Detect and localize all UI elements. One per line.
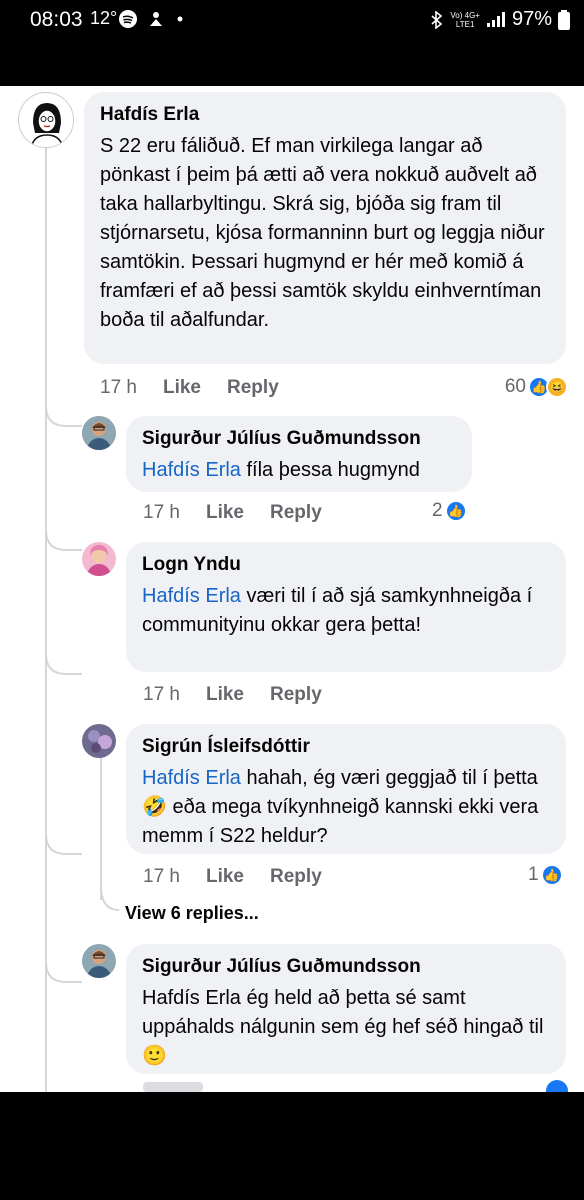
avatar[interactable] — [82, 944, 116, 978]
reply-button[interactable]: Reply — [270, 502, 322, 524]
mention-link[interactable]: Hafdís Erla — [142, 767, 241, 789]
comment-feed[interactable]: Hafdís Erla S 22 eru fáliðuð. Ef man vir… — [0, 86, 584, 1092]
comment-text: hahah, ég væri geggjað til í þetta — [240, 767, 538, 789]
like-button[interactable]: Like — [163, 377, 201, 399]
network-indicator: Vo) 4G+ LTE1 — [450, 11, 480, 29]
spotify-icon — [119, 10, 137, 28]
like-button[interactable]: Like — [206, 502, 244, 524]
network-top: Vo) 4G+ — [450, 10, 480, 20]
comment-time[interactable]: 17 h — [100, 377, 137, 399]
comment-time[interactable]: 17 h — [143, 866, 180, 888]
reaction-summary[interactable]: 60 👍 😆 — [505, 376, 568, 398]
like-reaction-icon: 👍 — [444, 500, 467, 522]
cut-off-actions — [143, 1082, 203, 1092]
reply-button[interactable]: Reply — [270, 684, 322, 706]
signal-icon — [486, 11, 505, 27]
avatar[interactable] — [18, 92, 74, 148]
thread-connector — [101, 886, 120, 911]
comment-text: fíla þessa hugmynd — [240, 459, 420, 481]
clock: 08:03 — [30, 8, 83, 31]
comment-bubble: Sigrún Ísleifsdóttir Hafdís Erla hahah, … — [126, 724, 566, 854]
mention-link[interactable]: Hafdís Erla — [142, 585, 241, 607]
avatar[interactable] — [82, 724, 116, 758]
comment-bubble: Sigurður Júlíus Guðmundsson Hafdís Erla … — [126, 944, 566, 1074]
dot-icon — [177, 16, 183, 22]
cut-off-like-icon — [546, 1080, 568, 1092]
comment-bubble: Hafdís Erla S 22 eru fáliðuð. Ef man vir… — [84, 92, 566, 364]
smile-emoji-icon: 🙂 — [142, 1045, 167, 1067]
comment-actions: 17 h Like Reply — [143, 502, 322, 524]
comment-actions: 17 h Like Reply — [100, 377, 279, 399]
like-button[interactable]: Like — [206, 866, 244, 888]
comment-author[interactable]: Sigurður Júlíus Guðmundsson — [142, 428, 456, 450]
reaction-summary[interactable]: 1 👍 — [528, 864, 563, 886]
comment-actions: 17 h Like Reply — [143, 866, 322, 888]
comment-author[interactable]: Logn Yndu — [142, 554, 550, 576]
navigation-bar-area — [0, 1092, 584, 1200]
network-bottom: LTE1 — [455, 19, 475, 29]
reaction-summary[interactable]: 2 👍 — [432, 500, 467, 522]
reply-thread-line — [100, 750, 102, 900]
notification-icon — [150, 12, 162, 26]
thread-connector — [46, 834, 82, 855]
status-bar: 08:03 12° Vo) 4G+ LTE1 97% — [0, 0, 584, 86]
laughing-emoji-icon: 🤣 — [142, 796, 167, 818]
like-button[interactable]: Like — [206, 684, 244, 706]
comment-bubble: Logn Yndu Hafdís Erla væri til í að sjá … — [126, 542, 566, 672]
comment-text: Hafdís Erla ég held að þetta sé samt upp… — [142, 987, 544, 1038]
like-reaction-icon: 👍 — [540, 864, 563, 886]
comment-author[interactable]: Sigrún Ísleifsdóttir — [142, 736, 550, 758]
reaction-count: 1 — [528, 864, 539, 885]
thread-connector — [46, 962, 82, 983]
reply-button[interactable]: Reply — [227, 377, 279, 399]
reaction-count: 60 — [504, 376, 526, 397]
comment-author[interactable]: Sigurður Júlíus Guðmundsson — [142, 956, 550, 978]
temperature: 12° — [90, 8, 118, 28]
reaction-count: 2 — [432, 500, 443, 521]
comment-time[interactable]: 17 h — [143, 684, 180, 706]
thread-line — [45, 148, 47, 1092]
view-replies-link[interactable]: View 6 replies... — [125, 903, 259, 924]
comment-text: eða mega tvíkynhneigð kannski ekki vera … — [142, 796, 539, 847]
battery-icon — [558, 9, 570, 30]
thread-connector — [46, 530, 82, 551]
avatar[interactable] — [82, 416, 116, 450]
avatar[interactable] — [82, 542, 116, 576]
haha-reaction-icon: 😆 — [546, 376, 568, 398]
thread-connector — [46, 406, 82, 427]
comment-text: S 22 eru fáliðuð. Ef man virkilega langa… — [100, 135, 545, 331]
mention-link[interactable]: Hafdís Erla — [142, 459, 241, 481]
comment-actions: 17 h Like Reply — [143, 684, 322, 706]
comment-time[interactable]: 17 h — [143, 502, 180, 524]
bluetooth-icon — [431, 10, 443, 29]
comment-author[interactable]: Hafdís Erla — [100, 104, 550, 126]
thread-connector — [46, 654, 82, 675]
reply-button[interactable]: Reply — [270, 866, 322, 888]
battery-level: 97% — [511, 8, 552, 30]
status-right: Vo) 4G+ LTE1 97% — [430, 8, 570, 31]
comment-bubble: Sigurður Júlíus Guðmundsson Hafdís Erla … — [126, 416, 472, 492]
